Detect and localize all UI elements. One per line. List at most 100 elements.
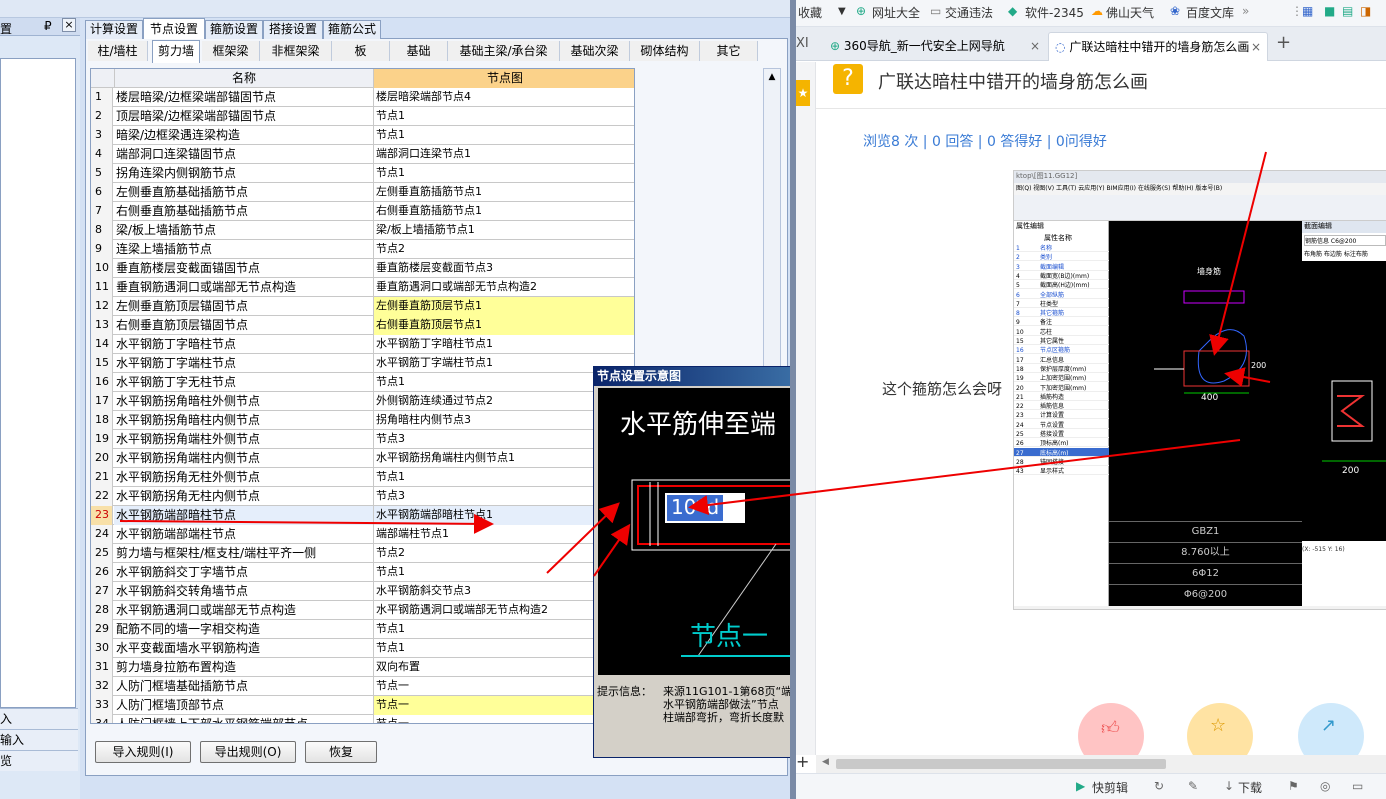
export-rules-button[interactable]: 导出规则(O) [200,741,296,763]
table-row[interactable]: 1 楼层暗梁/边框梁端部锚固节点 楼层暗梁端部节点4 [91,88,634,107]
pin-icon[interactable]: ₽ [44,19,52,33]
row-node-cell[interactable]: 右侧垂直筋插筋节点1 [374,202,634,221]
table-row[interactable]: 4 端部洞口连梁锚固节点 端部洞口连梁节点1 [91,145,634,164]
import-rules-button[interactable]: 导入规则(I) [95,741,191,763]
scroll-up-icon[interactable]: ▲ [766,71,778,83]
table-row[interactable]: 18 水平钢筋拐角暗柱内侧节点 拐角暗柱内侧节点3 [91,411,634,430]
row-name-cell[interactable]: 水平钢筋拐角端柱内侧节点 [114,449,374,468]
close-tab-icon[interactable]: × [1248,33,1261,61]
left-panel-item[interactable]: 入 [0,708,78,729]
horizontal-scrollbar[interactable]: ◀ [816,755,1386,773]
subtab-other[interactable]: 其它 [700,41,758,61]
row-name-cell[interactable]: 剪力墙与框架柱/框支柱/端柱平齐一侧 [114,544,374,563]
tab-lap-settings[interactable]: 搭接设置 [263,20,323,39]
row-name-cell[interactable]: 水平变截面墙水平钢筋构造 [114,639,374,658]
table-row[interactable]: 23 水平钢筋端部暗柱节点 水平钢筋端部暗柱节点1 [91,506,634,525]
row-name-cell[interactable]: 楼层暗梁/边框梁端部锚固节点 [114,88,374,107]
bookmark-item[interactable]: 交通违法 [945,4,993,21]
star-icon[interactable]: ★ [796,80,810,106]
close-tab-icon[interactable]: × [1030,32,1040,60]
subtab-shear-wall[interactable]: 剪力墙 [152,40,200,63]
quick-clip-button[interactable]: 快剪辑 [1092,779,1128,796]
subtab-masonry[interactable]: 砌体结构 [630,41,700,61]
table-row[interactable]: 7 右侧垂直筋基础插筋节点 右侧垂直筋插筋节点1 [91,202,634,221]
table-row[interactable]: 26 水平钢筋斜交丁字墙节点 节点1 [91,563,634,582]
row-name-cell[interactable]: 水平钢筋拐角暗柱外侧节点 [114,392,374,411]
bookmark-item[interactable]: 网址大全 [872,4,920,21]
restore-button[interactable]: 恢复 [305,741,377,763]
table-row[interactable]: 12 左侧垂直筋顶层锚固节点 左侧垂直筋顶层节点1 [91,297,634,316]
row-name-cell[interactable]: 水平钢筋丁字端柱节点 [114,354,374,373]
bookmark-item[interactable]: 佛山天气 [1106,4,1154,21]
subtab-frame-beam[interactable]: 框架梁 [202,41,260,61]
row-name-cell[interactable]: 水平钢筋端部端柱节点 [114,525,374,544]
table-row[interactable]: 28 水平钢筋遇洞口或端部无节点构造 水平钢筋遇洞口或端部无节点构造2 [91,601,634,620]
row-name-cell[interactable]: 左侧垂直筋基础插筋节点 [114,183,374,202]
table-row[interactable]: 24 水平钢筋端部端柱节点 端部端柱节点1 [91,525,634,544]
add-icon[interactable]: + [796,752,809,771]
table-row[interactable]: 32 人防门框墙基础插筋节点 节点一 [91,677,634,696]
table-row[interactable]: 16 水平钢筋丁字无柱节点 节点1 [91,373,634,392]
table-row[interactable]: 20 水平钢筋拐角端柱内侧节点 水平钢筋拐角端柱内侧节点1 [91,449,634,468]
column-header-node[interactable]: 节点图 [374,69,634,88]
table-row[interactable]: 17 水平钢筋拐角暗柱外侧节点 外侧钢筋连续通过节点2 [91,392,634,411]
row-node-cell[interactable]: 端部洞口连梁节点1 [374,145,634,164]
grid-icon[interactable]: ▦ [1302,4,1313,18]
app-icon[interactable]: ■ [1324,4,1335,18]
table-row[interactable]: 9 连梁上墙插筋节点 节点2 [91,240,634,259]
left-panel-list[interactable] [0,58,76,708]
row-node-cell[interactable]: 右侧垂直筋顶层节点1 [374,316,634,335]
row-name-cell[interactable]: 配筋不同的墙一字相交构造 [114,620,374,639]
row-node-cell[interactable]: 垂直筋楼层变截面节点3 [374,259,634,278]
left-panel-item[interactable]: 览 [0,750,78,771]
row-name-cell[interactable]: 右侧垂直筋基础插筋节点 [114,202,374,221]
window-icon[interactable]: ▭ [1352,779,1363,793]
download-icon[interactable]: ↓ [1224,779,1234,793]
row-name-cell[interactable]: 左侧垂直筋顶层锚固节点 [114,297,374,316]
table-row[interactable]: 13 右侧垂直筋顶层锚固节点 右侧垂直筋顶层节点1 [91,316,634,335]
row-name-cell[interactable]: 人防门框墙上下部水平钢筋端部节点 [114,715,374,723]
grid-vertical-scrollbar[interactable]: ▲ [763,68,781,368]
table-row[interactable]: 5 拐角连梁内侧钢筋节点 节点1 [91,164,634,183]
browser-icon[interactable]: ◎ [1320,779,1330,793]
row-node-cell[interactable]: 左侧垂直筋插筋节点1 [374,183,634,202]
table-row[interactable]: 15 水平钢筋丁字端柱节点 水平钢筋丁字端柱节点1 [91,354,634,373]
chevron-down-icon[interactable]: ▼ [838,6,846,17]
table-row[interactable]: 10 垂直筋楼层变截面锚固节点 垂直筋楼层变截面节点3 [91,259,634,278]
tab-stirrup-settings[interactable]: 箍筋设置 [205,20,263,39]
row-name-cell[interactable]: 水平钢筋斜交转角墙节点 [114,582,374,601]
browser-tab-active[interactable]: ◌ 广联达暗柱中错开的墙身筋怎么画 × [1048,32,1268,61]
row-name-cell[interactable]: 水平钢筋拐角端柱外侧节点 [114,430,374,449]
scroll-left-icon[interactable]: ◀ [822,757,829,767]
bookmark-favorites[interactable]: 收藏 [798,4,822,21]
table-row[interactable]: 30 水平变截面墙水平钢筋构造 节点1 [91,639,634,658]
refresh-icon[interactable]: ↻ [1154,779,1164,793]
row-name-cell[interactable]: 梁/板上墙插筋节点 [114,221,374,240]
table-row[interactable]: 29 配筋不同的墙一字相交构造 节点1 [91,620,634,639]
question-stats[interactable]: 浏览8 次 | 0 回答 | 0 答得好 | 0问得好 [863,131,1107,151]
row-name-cell[interactable]: 水平钢筋丁字无柱节点 [114,373,374,392]
row-name-cell[interactable]: 水平钢筋丁字暗柱节点 [114,335,374,354]
row-node-cell[interactable]: 节点2 [374,240,634,259]
subtab-foundation-main-beam[interactable]: 基础主梁/承台梁 [448,41,560,61]
subtab-slab[interactable]: 板 [332,41,390,61]
table-row[interactable]: 8 梁/板上墙插筋节点 梁/板上墙插筋节点1 [91,221,634,240]
table-row[interactable]: 3 暗梁/边框梁遇连梁构造 节点1 [91,126,634,145]
row-name-cell[interactable]: 人防门框墙顶部节点 [114,696,374,715]
row-name-cell[interactable]: 端部洞口连梁锚固节点 [114,145,374,164]
tool-icon[interactable]: ✎ [1188,779,1198,793]
extension-icon[interactable]: ◨ [1360,4,1371,18]
row-node-cell[interactable]: 节点1 [374,107,634,126]
table-row[interactable]: 11 垂直钢筋遇洞口或端部无节点构造 垂直筋遇洞口或端部无节点构造2 [91,278,634,297]
table-row[interactable]: 25 剪力墙与框架柱/框支柱/端柱平齐一侧 节点2 [91,544,634,563]
row-name-cell[interactable]: 拐角连梁内侧钢筋节点 [114,164,374,183]
row-name-cell[interactable]: 水平钢筋端部暗柱节点 [114,506,374,525]
row-node-cell[interactable]: 左侧垂直筋顶层节点1 [374,297,634,316]
row-name-cell[interactable]: 垂直钢筋遇洞口或端部无节点构造 [114,278,374,297]
book-icon[interactable]: ▤ [1342,4,1353,18]
scrollbar-thumb[interactable] [836,759,1166,769]
row-name-cell[interactable]: 垂直筋楼层变截面锚固节点 [114,259,374,278]
tab-calc-settings[interactable]: 计算设置 [85,20,143,39]
row-name-cell[interactable]: 水平钢筋拐角无柱外侧节点 [114,468,374,487]
download-button[interactable]: 下载 [1238,779,1262,796]
